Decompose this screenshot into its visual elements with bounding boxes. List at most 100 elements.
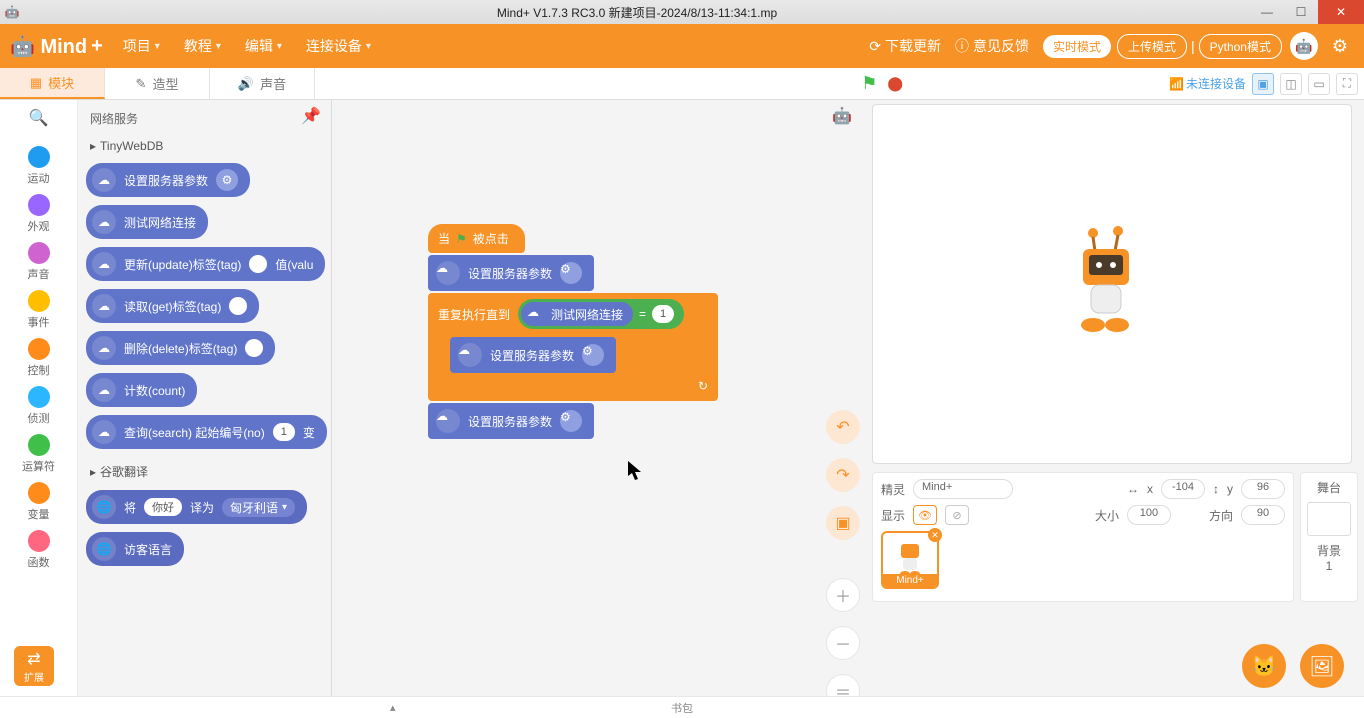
zoom-in-button[interactable]: ＋ — [826, 578, 860, 612]
stage-layout-1[interactable]: ▣ — [1252, 73, 1274, 95]
category-事件[interactable]: 事件 — [22, 286, 55, 334]
stage[interactable] — [872, 104, 1352, 464]
feedback[interactable]: ⓘ意见反馈 — [955, 36, 1029, 56]
menu-bar: 🤖 Mind+ 项目▾ 教程▾ 编辑▾ 连接设备▾ ⟳下载更新 ⓘ意见反馈 实时… — [0, 24, 1364, 68]
canvas-tools: ↶ ↷ ▣ ＋ － ＝ — [826, 410, 860, 708]
category-函数[interactable]: 函数 — [22, 526, 55, 574]
delete-sprite-icon[interactable]: ✕ — [928, 528, 942, 542]
device-status[interactable]: 📶未连接设备 — [1169, 75, 1246, 92]
fab-backdrop[interactable]: 🖼 — [1300, 644, 1344, 688]
block-count[interactable]: ☁计数(count) — [86, 373, 197, 407]
minimize-button[interactable]: — — [1250, 0, 1284, 24]
fullscreen-icon[interactable]: ⛶ — [1336, 73, 1358, 95]
settings-icon[interactable]: ⚙ — [1326, 32, 1354, 60]
crop-button[interactable]: ▣ — [826, 506, 860, 540]
tab-blocks[interactable]: ▦模块 — [0, 68, 105, 99]
maximize-button[interactable]: ☐ — [1284, 0, 1318, 24]
menu-tutorial[interactable]: 教程▾ — [184, 36, 221, 56]
bool-condition[interactable]: ☁测试网络连接 = 1 — [518, 299, 684, 329]
download-update[interactable]: ⟳下载更新 — [869, 36, 941, 56]
bottom-bar[interactable]: ▴ 书包 — [0, 696, 1364, 718]
mode-realtime[interactable]: 实时模式 — [1043, 35, 1111, 58]
stage-layout-3[interactable]: ▭ — [1308, 73, 1330, 95]
hat-block-flag[interactable]: 当⚑被点击 — [428, 224, 525, 253]
sprite-dir-input[interactable]: 90 — [1241, 505, 1285, 525]
block-get-tag[interactable]: ☁读取(get)标签(tag) — [86, 289, 259, 323]
window-title: Mind+ V1.7.3 RC3.0 新建项目-2024/8/13-11:34:… — [24, 4, 1250, 21]
script-block-3[interactable]: ☁设置服务器参数⚙ — [428, 403, 594, 439]
tab-bar: ▦模块 ✎造型 🔊声音 ⚑ ⬤ 📶未连接设备 ▣ ◫ ▭ ⛶ — [0, 68, 1364, 100]
green-flag-icon[interactable]: ⚑ — [861, 73, 877, 94]
block-delete-tag[interactable]: ☁删除(delete)标签(tag) — [86, 331, 275, 365]
sound-icon: 🔊 — [238, 76, 254, 92]
window-titlebar: 🤖 Mind+ V1.7.3 RC3.0 新建项目-2024/8/13-11:3… — [0, 0, 1364, 24]
cloud-icon: ☁ — [92, 168, 116, 192]
backpack-label: 书包 — [671, 700, 693, 716]
script-canvas[interactable]: 🤖 当⚑被点击 ☁设置服务器参数⚙ 重复执行直到 ☁测试网络连接 = 1 ☁设置… — [332, 100, 872, 696]
blocks-icon: ▦ — [30, 75, 42, 91]
undo-button[interactable]: ↶ — [826, 410, 860, 444]
tab-sounds[interactable]: 🔊声音 — [210, 68, 315, 99]
menu-connect[interactable]: 连接设备▾ — [306, 36, 371, 56]
category-变量[interactable]: 变量 — [22, 478, 55, 526]
block-translate[interactable]: 🌐将你好译为匈牙利语▾ — [86, 490, 307, 524]
script-stack[interactable]: 当⚑被点击 ☁设置服务器参数⚙ 重复执行直到 ☁测试网络连接 = 1 ☁设置服务… — [428, 224, 718, 439]
category-运算符[interactable]: 运算符 — [22, 430, 55, 478]
show-button[interactable]: 👁 — [913, 505, 937, 525]
fab-sprite[interactable]: 🐱 — [1242, 644, 1286, 688]
stop-icon[interactable]: ⬤ — [887, 75, 903, 92]
script-block-1[interactable]: ☁设置服务器参数⚙ — [428, 255, 594, 291]
blocks-panel: 🔍 运动外观声音事件控制侦测运算符变量函数 网络服务 📌 ▸ TinyWebDB… — [0, 100, 332, 696]
block-visitor-lang[interactable]: 🌐访客语言 — [86, 532, 184, 566]
palette-header: 网络服务 — [86, 108, 331, 129]
sprite-on-stage[interactable] — [1063, 225, 1153, 340]
category-运动[interactable]: 运动 — [22, 142, 55, 190]
palette-section-tinywebdb: ▸ TinyWebDB — [90, 139, 327, 153]
stage-layout-2[interactable]: ◫ — [1280, 73, 1302, 95]
translate-icon: 🌐 — [92, 495, 116, 519]
category-控制[interactable]: 控制 — [22, 334, 55, 382]
mode-python[interactable]: Python模式 — [1199, 34, 1282, 59]
stage-column: 精灵 Mind+ ↔ x -104 ↕ y 96 显示 👁 ⊘ 大小 — [872, 100, 1364, 696]
canvas-mascot-icon: 🤖 — [832, 106, 862, 136]
extension-button[interactable]: ⇄扩展 — [14, 646, 54, 686]
category-外观[interactable]: 外观 — [22, 190, 55, 238]
zoom-out-button[interactable]: － — [826, 626, 860, 660]
tab-costumes[interactable]: ✎造型 — [105, 68, 210, 99]
sprite-info: 精灵 Mind+ ↔ x -104 ↕ y 96 显示 👁 ⊘ 大小 — [872, 472, 1294, 602]
brush-icon: ✎ — [136, 76, 147, 92]
category-侦测[interactable]: 侦测 — [22, 382, 55, 430]
block-palette: 网络服务 📌 ▸ TinyWebDB ☁设置服务器参数⚙ ☁测试网络连接 ☁更新… — [78, 100, 331, 696]
user-avatar[interactable]: 🤖 — [1290, 32, 1318, 60]
close-button[interactable]: ✕ — [1318, 0, 1364, 24]
category-column: 🔍 运动外观声音事件控制侦测运算符变量函数 — [0, 100, 78, 696]
main-area: 🔍 运动外观声音事件控制侦测运算符变量函数 网络服务 📌 ▸ TinyWebDB… — [0, 100, 1364, 696]
block-set-server[interactable]: ☁设置服务器参数⚙ — [86, 163, 250, 197]
script-block-inner[interactable]: ☁设置服务器参数⚙ — [450, 337, 616, 373]
menu-edit[interactable]: 编辑▾ — [245, 36, 282, 56]
workspace: 🤖 当⚑被点击 ☁设置服务器参数⚙ 重复执行直到 ☁测试网络连接 = 1 ☁设置… — [332, 100, 1364, 696]
mode-upload[interactable]: 上传模式 — [1117, 34, 1187, 59]
sprite-label: 精灵 — [881, 481, 905, 498]
redo-button[interactable]: ↷ — [826, 458, 860, 492]
app-icon: 🤖 — [0, 0, 24, 24]
gear-icon: ⚙ — [216, 169, 238, 191]
sprite-y-input[interactable]: 96 — [1241, 479, 1285, 499]
loop-arrow-icon: ↻ — [698, 379, 708, 393]
palette-section-translate: ▸ 谷歌翻译 — [90, 463, 327, 480]
sprite-x-input[interactable]: -104 — [1161, 479, 1205, 499]
hide-button[interactable]: ⊘ — [945, 505, 969, 525]
sprite-name-input[interactable]: Mind+ — [913, 479, 1013, 499]
search-icon[interactable]: 🔍 — [29, 108, 49, 128]
block-update-tag[interactable]: ☁更新(update)标签(tag)值(valu — [86, 247, 325, 281]
stage-thumbnail[interactable]: 舞台 背景 1 — [1300, 472, 1358, 602]
sprite-size-input[interactable]: 100 — [1127, 505, 1171, 525]
pin-icon[interactable]: 📌 — [301, 106, 321, 126]
block-test-connection[interactable]: ☁测试网络连接 — [86, 205, 208, 239]
block-search[interactable]: ☁查询(search) 起始编号(no)1变 — [86, 415, 327, 449]
category-声音[interactable]: 声音 — [22, 238, 55, 286]
c-block-repeat-until[interactable]: 重复执行直到 ☁测试网络连接 = 1 ☁设置服务器参数⚙ ↻ — [428, 293, 718, 401]
sprite-panel: 精灵 Mind+ ↔ x -104 ↕ y 96 显示 👁 ⊘ 大小 — [872, 472, 1358, 602]
sprite-thumbnail[interactable]: ✕ Mind+ — [881, 531, 939, 589]
menu-project[interactable]: 项目▾ — [123, 36, 160, 56]
